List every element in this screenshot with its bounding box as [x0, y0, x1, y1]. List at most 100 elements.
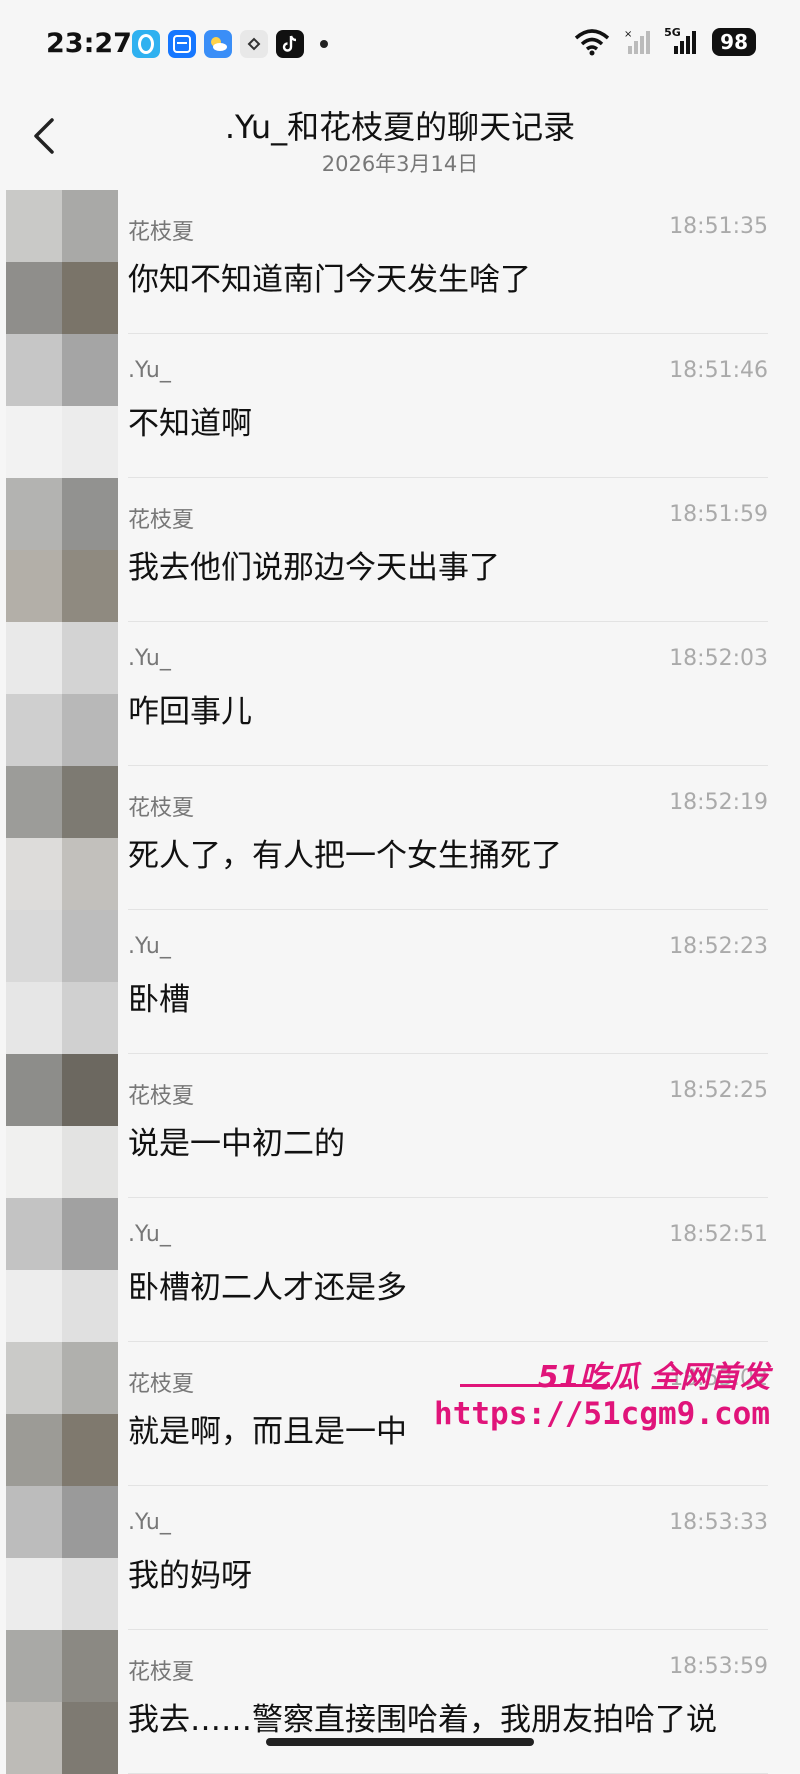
message-meta: 花枝夏 18:51:59 [128, 502, 768, 533]
system-icons: × 5G 98 [574, 26, 756, 56]
message-text: 不知道啊 [128, 406, 252, 442]
avatar-pixel [6, 262, 62, 334]
sender-name: .Yu_ [128, 646, 171, 671]
avatar-pixel [6, 1558, 62, 1630]
avatar[interactable] [6, 622, 118, 766]
message-meta: .Yu_ 18:52:23 [128, 934, 768, 964]
status-time: 23:27 [46, 28, 132, 59]
avatar[interactable] [6, 478, 118, 622]
avatar[interactable] [6, 1342, 118, 1486]
sender-name: .Yu_ [128, 1510, 171, 1535]
avatar-pixel [62, 1270, 118, 1342]
avatar-pixel [62, 1342, 118, 1414]
message-text: 说是一中初二的 [128, 1126, 345, 1162]
avatar[interactable] [6, 190, 118, 334]
avatar-pixel [62, 334, 118, 406]
signal-icon-sim2: 5G [664, 26, 700, 56]
sender-name: 花枝夏 [128, 220, 195, 245]
message-timestamp: 18:51:59 [669, 502, 768, 527]
message-meta: 花枝夏 18:52:25 [128, 1078, 768, 1109]
avatar[interactable] [6, 766, 118, 910]
avatar-pixel [62, 694, 118, 766]
sender-name: .Yu_ [128, 1222, 171, 1247]
watermark: 51吃瓜 全网首发 https://51cgm9.com [434, 1352, 780, 1442]
message-timestamp: 18:52:03 [669, 646, 768, 671]
sender-name: .Yu_ [128, 934, 171, 959]
tiktok-icon [276, 30, 304, 58]
avatar-pixel [62, 1486, 118, 1558]
avatar-pixel [6, 910, 62, 982]
avatar-pixel [6, 334, 62, 406]
message-text: 就是啊，而且是一中 [128, 1414, 407, 1450]
avatar-pixel [6, 550, 62, 622]
chat-record-item[interactable]: .Yu_ 18:51:46 不知道啊 [0, 334, 800, 478]
avatar-pixel [6, 982, 62, 1054]
chat-record-item[interactable]: 花枝夏 18:52:19 死人了，有人把一个女生捅死了 [0, 766, 800, 910]
message-text: 我去他们说那边今天出事了 [128, 550, 500, 586]
chat-record-item[interactable]: 花枝夏 18:51:35 你知不知道南门今天发生啥了 [0, 190, 800, 334]
message-text: 死人了，有人把一个女生捅死了 [128, 838, 562, 874]
avatar-pixel [6, 1414, 62, 1486]
chat-record-item[interactable]: .Yu_ 18:52:51 卧槽初二人才还是多 [0, 1198, 800, 1342]
weather-icon [204, 30, 232, 58]
chat-record-item[interactable]: 花枝夏 18:52:25 说是一中初二的 [0, 1054, 800, 1198]
message-timestamp: 18:51:35 [669, 214, 768, 239]
message-timestamp: 18:52:51 [669, 1222, 768, 1247]
message-meta: 花枝夏 18:52:19 [128, 790, 768, 821]
avatar[interactable] [6, 1486, 118, 1630]
avatar-pixel [6, 622, 62, 694]
message-text: 卧槽初二人才还是多 [128, 1270, 407, 1306]
qq-icon [132, 30, 160, 58]
chat-record-item[interactable]: 花枝夏 18:51:59 我去他们说那边今天出事了 [0, 478, 800, 622]
message-text: 咋回事儿 [128, 694, 252, 730]
avatar[interactable] [6, 910, 118, 1054]
watermark-brand: 51吃瓜 全网首发 [537, 1360, 770, 1395]
chat-record-item[interactable]: .Yu_ 18:53:33 我的妈呀 [0, 1486, 800, 1630]
chat-history-header: .Yu_和花枝夏的聊天记录 2026年3月14日 [0, 92, 800, 188]
avatar-pixel [62, 478, 118, 550]
chat-record-item[interactable]: .Yu_ 18:52:23 卧槽 [0, 910, 800, 1054]
wifi-icon [575, 29, 610, 56]
message-meta: 花枝夏 18:51:35 [128, 214, 768, 245]
avatar-pixel [6, 190, 62, 262]
avatar-pixel [62, 190, 118, 262]
avatar-pixel [62, 1558, 118, 1630]
battery-icon: 98 [712, 28, 756, 56]
avatar[interactable] [6, 334, 118, 478]
page-title: .Yu_和花枝夏的聊天记录 [224, 108, 576, 146]
svg-text:×: × [624, 29, 632, 40]
app-icon [240, 30, 268, 58]
chat-record-item[interactable]: .Yu_ 18:52:03 咋回事儿 [0, 622, 800, 766]
avatar-pixel [6, 478, 62, 550]
avatar-pixel [62, 1630, 118, 1702]
sender-name: .Yu_ [128, 358, 171, 383]
chat-record-list[interactable]: 花枝夏 18:51:35 你知不知道南门今天发生啥了 .Yu_ 18:51:46 不知道啊… [0, 190, 800, 1774]
avatar-pixel [6, 1486, 62, 1558]
message-text: 我去……警察直接围哈着，我朋友拍哈了说 [128, 1702, 717, 1738]
avatar-pixel [6, 1342, 62, 1414]
message-meta: 花枝夏 18:53:59 [128, 1654, 768, 1685]
avatar[interactable] [6, 1198, 118, 1342]
avatar[interactable] [6, 1054, 118, 1198]
sender-name: 花枝夏 [128, 508, 195, 533]
avatar-pixel [62, 262, 118, 334]
avatar-pixel [6, 406, 62, 478]
sender-name: 花枝夏 [128, 1084, 195, 1109]
avatar-pixel [62, 838, 118, 910]
sender-name: 花枝夏 [128, 1372, 195, 1397]
chat-record-item[interactable]: 花枝夏 18:53:59 我去……警察直接围哈着，我朋友拍哈了说 [0, 1630, 800, 1774]
avatar-pixel [62, 982, 118, 1054]
avatar[interactable] [6, 1630, 118, 1774]
sender-name: 花枝夏 [128, 796, 195, 821]
home-indicator[interactable] [266, 1738, 534, 1746]
status-bar: 23:27 × 5G 98 [0, 0, 800, 92]
message-meta: .Yu_ 18:51:46 [128, 358, 768, 388]
message-timestamp: 18:52:23 [669, 934, 768, 959]
avatar-pixel [62, 550, 118, 622]
alipay-icon [168, 30, 196, 58]
avatar-pixel [6, 1702, 62, 1774]
avatar-pixel [6, 1054, 62, 1126]
avatar-pixel [6, 1198, 62, 1270]
message-timestamp: 18:52:25 [669, 1078, 768, 1103]
message-text: 你知不知道南门今天发生啥了 [128, 262, 531, 298]
